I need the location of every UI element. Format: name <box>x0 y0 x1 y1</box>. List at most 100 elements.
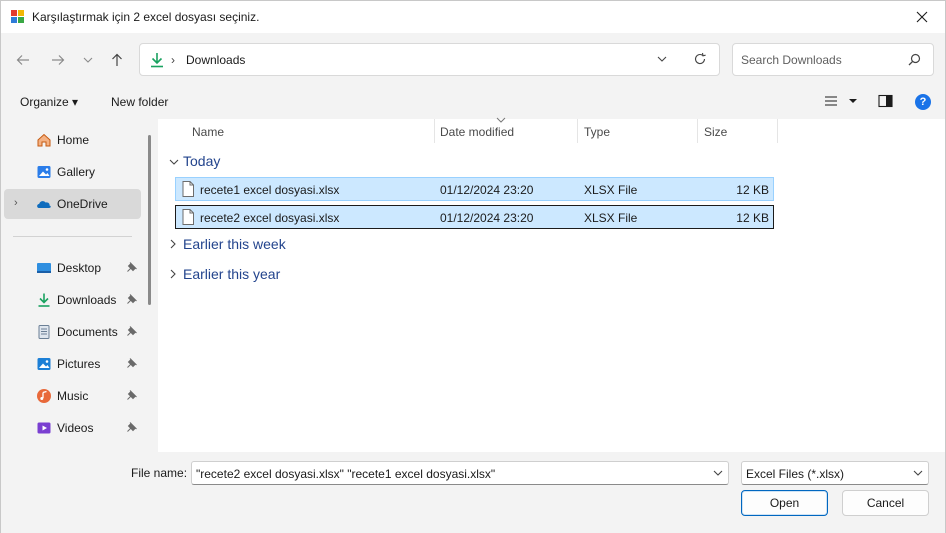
column-header-name[interactable]: Name <box>185 119 434 145</box>
column-header-size[interactable]: Size <box>697 119 777 145</box>
sidebar-item-label: Gallery <box>57 165 96 179</box>
sidebar-divider <box>13 236 132 237</box>
pin-icon[interactable] <box>126 261 138 273</box>
sidebar-item-label: Documents <box>57 325 118 339</box>
close-button[interactable] <box>899 1 945 33</box>
app-icon <box>11 10 25 24</box>
sidebar-item-label: Downloads <box>57 293 117 307</box>
file-date: 01/12/2024 23:20 <box>440 211 534 225</box>
title-bar: Karşılaştırmak için 2 excel dosyası seçi… <box>1 1 945 33</box>
help-icon[interactable]: ? <box>915 94 931 110</box>
pin-icon[interactable] <box>126 325 138 337</box>
file-name: recete1 excel dosyasi.xlsx <box>200 183 340 197</box>
pin-icon[interactable] <box>126 357 138 369</box>
scrollbar-thumb[interactable] <box>148 135 151 305</box>
sidebar-item-label: Pictures <box>57 357 101 371</box>
preview-pane-icon <box>878 94 893 108</box>
file-type-value: Excel Files (*.xlsx) <box>746 467 845 481</box>
file-type: XLSX File <box>584 211 638 225</box>
pictures-icon <box>37 358 51 370</box>
file-name-panel: File name: "recete2 excel dosyasi.xlsx" … <box>1 452 945 533</box>
sidebar-item-videos[interactable]: Videos <box>4 413 141 443</box>
sidebar-item-label: Home <box>57 133 90 147</box>
file-name-field[interactable]: "recete2 excel dosyasi.xlsx" "recete1 ex… <box>191 461 729 485</box>
file-size: 12 KB <box>736 211 769 225</box>
file-row[interactable]: recete2 excel dosyasi.xlsx 01/12/2024 23… <box>175 205 774 229</box>
search-placeholder: Search Downloads <box>741 53 842 67</box>
refresh-icon[interactable] <box>693 52 707 66</box>
file-date: 01/12/2024 23:20 <box>440 183 534 197</box>
close-icon <box>916 11 928 23</box>
sidebar-item-gallery[interactable]: Gallery <box>4 157 141 187</box>
sidebar-item-onedrive[interactable]: › OneDrive <box>4 189 141 219</box>
pin-icon[interactable] <box>126 293 138 305</box>
breadcrumb-separator: › <box>171 53 175 67</box>
chevron-down-icon[interactable] <box>712 467 724 479</box>
sidebar-item-label: Videos <box>57 421 94 435</box>
file-size: 12 KB <box>736 183 769 197</box>
file-type-select[interactable]: Excel Files (*.xlsx) <box>741 461 929 485</box>
arrow-right-icon <box>52 55 65 65</box>
file-type: XLSX File <box>584 183 638 197</box>
download-arrow-icon <box>151 53 163 68</box>
navigation-pane: Home Gallery › OneDrive Desktop Download… <box>1 119 158 452</box>
organize-button[interactable]: Organize ▾ <box>20 95 78 109</box>
arrow-left-icon <box>16 55 29 65</box>
preview-pane-button[interactable] <box>878 94 894 111</box>
column-header-date-modified[interactable]: Date modified <box>433 119 577 145</box>
file-name: recete2 excel dosyasi.xlsx <box>200 211 340 225</box>
videos-icon <box>37 422 51 434</box>
downloads-icon <box>38 293 50 307</box>
address-bar[interactable]: › Downloads <box>139 43 720 76</box>
sidebar-item-label: Desktop <box>57 261 102 275</box>
documents-icon <box>38 325 50 339</box>
group-header-earlier-this-week[interactable]: Earlier this week <box>169 236 286 252</box>
file-icon <box>182 181 194 197</box>
chevron-down-icon[interactable] <box>656 53 668 65</box>
up-button[interactable] <box>104 47 130 73</box>
sidebar-item-label: OneDrive <box>57 197 108 211</box>
chevron-right-icon[interactable]: › <box>14 197 18 209</box>
list-view-icon <box>825 96 857 106</box>
onedrive-icon <box>37 201 51 208</box>
chevron-right-icon <box>169 266 183 282</box>
group-header-today[interactable]: Today <box>169 153 220 169</box>
navigation-bar: › Downloads Search Downloads <box>1 33 945 85</box>
view-options-button[interactable] <box>823 94 859 111</box>
sidebar-item-home[interactable]: Home <box>4 125 141 155</box>
chevron-right-icon <box>169 236 183 252</box>
file-open-dialog: Karşılaştırmak için 2 excel dosyası seçi… <box>0 0 946 533</box>
new-folder-button[interactable]: New folder <box>111 95 168 109</box>
sidebar-item-pictures[interactable]: Pictures <box>4 349 141 379</box>
cancel-button[interactable]: Cancel <box>842 490 929 516</box>
chevron-down-icon <box>83 57 93 63</box>
sidebar-item-desktop[interactable]: Desktop <box>4 253 141 283</box>
breadcrumb-downloads[interactable]: Downloads <box>186 53 245 67</box>
music-icon <box>37 389 51 403</box>
home-icon <box>37 133 51 147</box>
chevron-down-icon <box>169 153 183 169</box>
column-divider[interactable] <box>777 119 778 143</box>
search-input[interactable]: Search Downloads <box>732 43 934 76</box>
desktop-icon <box>37 263 51 273</box>
forward-button[interactable] <box>45 47 71 73</box>
pin-icon[interactable] <box>126 421 138 433</box>
file-row[interactable]: recete1 excel dosyasi.xlsx 01/12/2024 23… <box>175 177 774 201</box>
sidebar-item-label: Music <box>57 389 89 403</box>
arrow-up-icon <box>112 53 122 66</box>
file-list: Name Date modified Type Size Today recet… <box>158 117 945 452</box>
sidebar-item-downloads[interactable]: Downloads <box>4 285 141 315</box>
pin-icon[interactable] <box>126 389 138 401</box>
command-bar: Organize ▾ New folder ? <box>1 85 945 119</box>
file-name-value: "recete2 excel dosyasi.xlsx" "recete1 ex… <box>196 467 496 481</box>
sidebar-scrollbar[interactable] <box>142 119 158 452</box>
group-header-earlier-this-year[interactable]: Earlier this year <box>169 266 280 282</box>
recent-locations-button[interactable] <box>75 47 101 73</box>
open-button[interactable]: Open <box>741 490 828 516</box>
back-button[interactable] <box>10 47 36 73</box>
sidebar-item-music[interactable]: Music <box>4 381 141 411</box>
column-header-type[interactable]: Type <box>577 119 697 145</box>
file-icon <box>182 209 194 225</box>
sidebar-item-documents[interactable]: Documents <box>4 317 141 347</box>
gallery-icon <box>37 166 51 178</box>
